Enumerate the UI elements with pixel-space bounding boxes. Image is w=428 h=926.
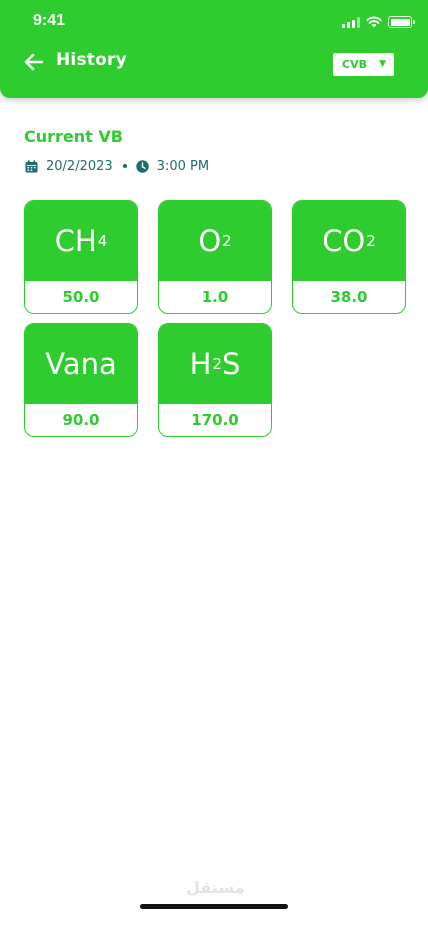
gas-card-ch4[interactable]: CH 4 50.0	[24, 200, 138, 314]
section-title: Current VB	[24, 127, 123, 146]
gas-card-vana[interactable]: Vana 90.0	[24, 323, 138, 437]
gas-symbol: H	[189, 347, 212, 381]
gas-value: 170.0	[191, 411, 239, 429]
status-time: 9:41	[33, 12, 66, 29]
cellular-signal-icon	[342, 16, 360, 28]
page-title: History	[56, 50, 127, 70]
history-date: 20/2/2023	[46, 158, 113, 174]
gas-subscript: 4	[97, 232, 108, 250]
status-icons	[342, 16, 415, 28]
separator-dot	[122, 164, 127, 168]
station-select[interactable]: CVB ▼	[333, 53, 394, 76]
gas-subscript: 2	[222, 232, 232, 250]
watermark-logo: مستقل	[186, 878, 245, 897]
battery-icon	[388, 16, 415, 28]
gas-card-o2[interactable]: O2 1.0	[158, 200, 272, 314]
app-header: 9:41 History CVB ▼	[0, 0, 428, 98]
timestamp-row: 20/2/2023 3:00 PM	[25, 157, 209, 175]
gas-label: H2S	[159, 324, 271, 404]
gas-label: CH 4	[25, 201, 137, 281]
arrow-left-icon	[24, 53, 44, 71]
station-select-value: CVB	[342, 58, 367, 71]
back-button[interactable]	[22, 51, 46, 73]
gas-label: CO 2	[293, 201, 405, 281]
triangle-down-icon: ▼	[379, 59, 386, 69]
gas-symbol: O	[198, 224, 222, 258]
gas-label: O2	[159, 201, 271, 281]
history-time: 3:00 PM	[156, 158, 210, 174]
gas-value: 38.0	[330, 288, 368, 306]
gas-subscript: 2	[212, 355, 222, 373]
gas-value: 50.0	[62, 288, 100, 306]
gas-symbol: CH	[54, 224, 97, 258]
gas-symbol: Vana	[45, 347, 117, 381]
wifi-icon	[366, 16, 382, 28]
calendar-icon	[25, 159, 38, 172]
status-bar: 9:41	[0, 0, 428, 44]
gas-symbol-suffix: S	[221, 347, 241, 381]
gas-value: 90.0	[62, 411, 100, 429]
gas-label: Vana	[25, 324, 137, 404]
gas-card-h2s[interactable]: H2S 170.0	[158, 323, 272, 437]
home-indicator[interactable]	[140, 904, 288, 909]
gas-symbol: CO	[322, 224, 366, 258]
gas-card-co2[interactable]: CO 2 38.0	[292, 200, 406, 314]
gas-value: 1.0	[201, 288, 229, 306]
clock-icon	[135, 159, 149, 173]
gas-subscript: 2	[366, 232, 376, 250]
